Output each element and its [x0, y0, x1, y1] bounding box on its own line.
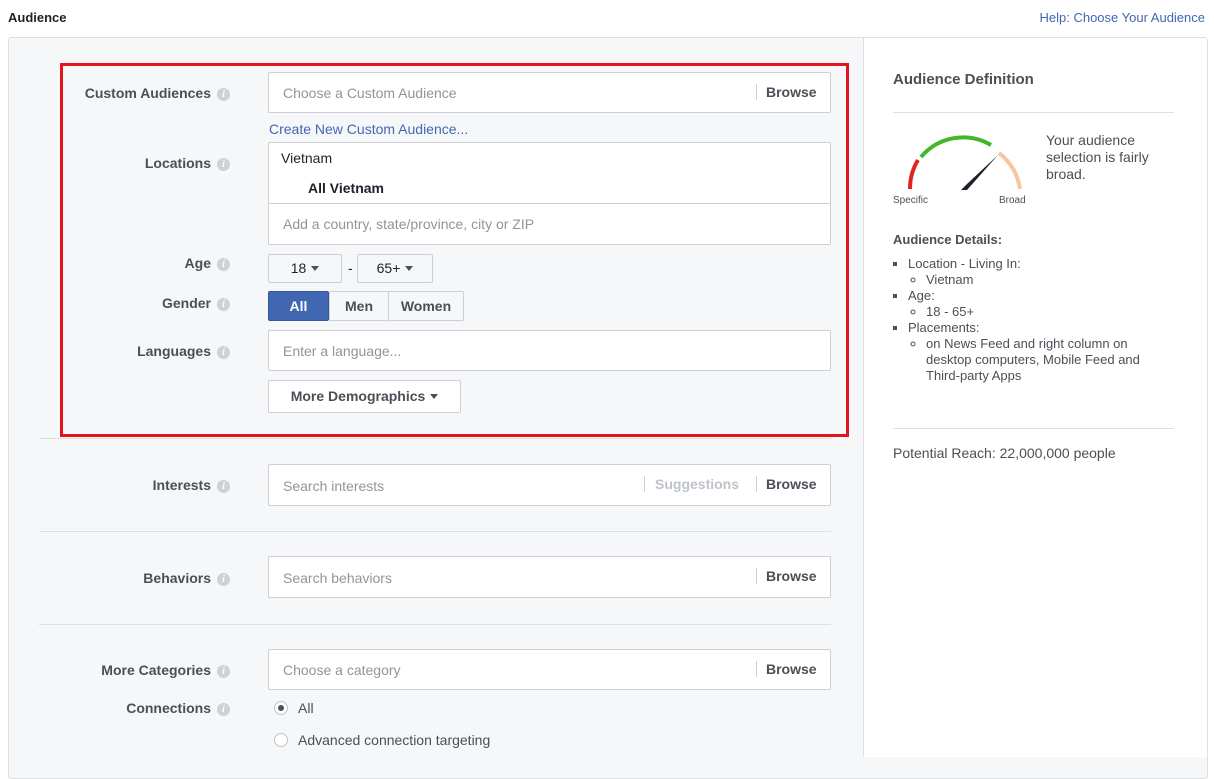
- behaviors-placeholder: Search behaviors: [283, 570, 392, 586]
- divider: [644, 476, 645, 492]
- browse-button[interactable]: Browse: [766, 476, 817, 492]
- connections-label: Connections i: [30, 700, 230, 716]
- more-categories-label: More Categories i: [30, 662, 230, 678]
- page-title: Audience: [8, 10, 67, 25]
- info-icon[interactable]: i: [217, 573, 230, 586]
- connections-all-radio[interactable]: [274, 701, 288, 715]
- audience-details-title: Audience Details:: [893, 232, 1003, 247]
- gauge-specific-label: Specific: [893, 195, 929, 206]
- divider: [39, 438, 831, 439]
- info-icon[interactable]: i: [217, 703, 230, 716]
- connections-advanced-radio[interactable]: [274, 733, 288, 747]
- browse-button[interactable]: Browse: [766, 661, 817, 677]
- divider: [39, 624, 831, 625]
- highlight-frame: [60, 63, 849, 437]
- detail-age: Age: 18 - 65+: [908, 288, 1186, 320]
- category-input[interactable]: Choose a category Browse: [268, 649, 831, 690]
- divider: [893, 112, 1174, 113]
- category-placeholder: Choose a category: [283, 662, 401, 678]
- detail-placements: Placements: on News Feed and right colum…: [908, 320, 1186, 384]
- audience-breadth-message: Your audience selection is fairly broad.: [1046, 132, 1149, 182]
- suggestions-button[interactable]: Suggestions: [655, 476, 739, 492]
- info-icon[interactable]: i: [217, 665, 230, 678]
- browse-button[interactable]: Browse: [766, 568, 817, 584]
- detail-location-value: Vietnam: [926, 272, 1186, 288]
- behaviors-input[interactable]: Search behaviors Browse: [268, 556, 831, 598]
- divider: [756, 661, 757, 677]
- gauge-broad-arc: [997, 151, 1022, 190]
- interests-placeholder: Search interests: [283, 478, 385, 494]
- detail-age-value: 18 - 65+: [926, 304, 1186, 320]
- behaviors-label: Behaviors i: [30, 570, 230, 586]
- gauge-needle: [961, 155, 998, 190]
- detail-location: Location - Living In: Vietnam: [908, 256, 1186, 288]
- gauge-broad-label: Broad: [999, 195, 1026, 206]
- interests-label: Interests i: [30, 477, 230, 493]
- interests-input[interactable]: Search interests Suggestions Browse: [268, 464, 831, 506]
- potential-reach: Potential Reach: 22,000,000 people: [893, 445, 1116, 461]
- gauge-mid-arc: [919, 135, 993, 159]
- audience-gauge: [907, 135, 1022, 190]
- detail-placements-value: on News Feed and right column on desktop…: [926, 336, 1151, 384]
- divider: [39, 531, 831, 532]
- radio-dot: [278, 705, 284, 711]
- info-icon[interactable]: i: [217, 480, 230, 493]
- help-link[interactable]: Help: Choose Your Audience: [1039, 10, 1205, 25]
- connections-advanced-label: Advanced connection targeting: [298, 732, 491, 748]
- audience-details-list: Location - Living In: Vietnam Age: 18 - …: [886, 256, 1186, 384]
- divider: [756, 568, 757, 584]
- gauge-specific-arc: [907, 158, 920, 190]
- divider: [893, 428, 1174, 429]
- connections-all-label: All: [298, 700, 314, 716]
- divider: [756, 476, 757, 492]
- audience-definition-title: Audience Definition: [893, 71, 1034, 88]
